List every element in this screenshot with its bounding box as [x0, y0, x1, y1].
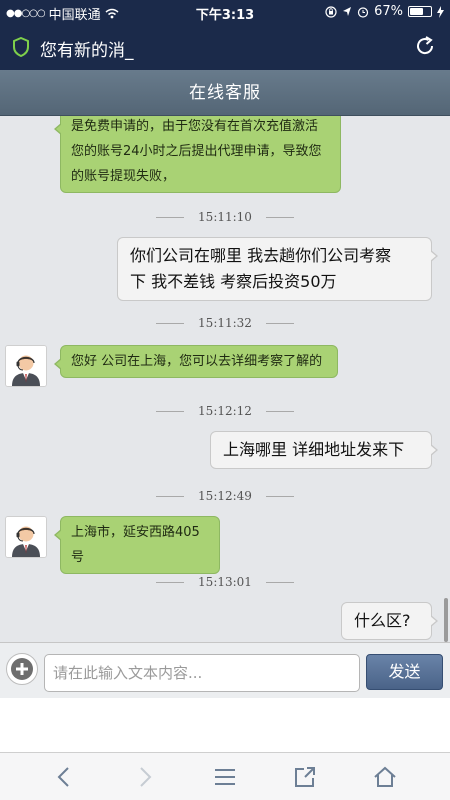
charging-bolt-icon [437, 5, 444, 18]
agent-message-bubble: 上海市，延安西路405号 [54, 516, 220, 574]
message-line: 什么区? [354, 611, 411, 630]
plus-circle-icon [11, 658, 33, 680]
page-blank-area [0, 698, 450, 752]
message-line: 的账号提现失败， [71, 169, 176, 184]
status-bar-right: 67% [325, 4, 444, 19]
message-line: 上海市，延安西路405号 [71, 525, 200, 565]
agent-message-bubble: 您好 公司在上海，您可以去详细考察了解的 [54, 345, 338, 378]
location-arrow-icon [343, 7, 352, 16]
agent-message-bubble: 是免费申请的，由于您没有在首次充值激活 您的账号24小时之后提出代理申请，导致您… [54, 116, 341, 193]
message-timestamp: 15:12:49 [0, 489, 450, 503]
shield-icon [13, 37, 29, 57]
message-line: 您的账号24小时之后提出代理申请，导致您 [71, 144, 322, 159]
menu-icon[interactable] [213, 765, 237, 789]
timestamp-text: 15:11:32 [198, 316, 252, 330]
share-icon[interactable] [293, 765, 317, 789]
message-timestamp: 15:13:01 [0, 575, 450, 589]
timestamp-text: 15:11:10 [198, 210, 252, 224]
battery-icon [408, 6, 432, 17]
chevron-right-icon[interactable] [133, 765, 157, 789]
message-line: 下 我不差钱 考察后投资50万 [130, 272, 337, 291]
message-timestamp: 15:12:12 [0, 404, 450, 418]
agent-avatar [5, 345, 47, 387]
agent-avatar-icon [6, 517, 46, 557]
agent-avatar-icon [6, 346, 46, 386]
chat-scrollbar[interactable] [444, 598, 448, 642]
message-timestamp: 15:11:32 [0, 316, 450, 330]
chevron-left-icon[interactable] [52, 765, 76, 789]
app-title: 您有新的消_ [40, 41, 134, 61]
message-input-bar: 发送 [0, 642, 450, 698]
refresh-icon[interactable] [414, 35, 436, 57]
rotation-lock-icon [325, 5, 337, 18]
timestamp-text: 15:12:49 [198, 489, 252, 503]
message-line: 您好 公司在上海，您可以去详细考察了解的 [71, 354, 323, 369]
status-bar: ●●○○○ 中国联通 下午3:13 67% [0, 0, 450, 24]
message-line: 你们公司在哪里 我去趟你们公司考察 [130, 246, 392, 265]
home-icon[interactable] [373, 765, 397, 789]
user-message-bubble: 上海哪里 详细地址发来下 [210, 431, 438, 469]
timestamp-text: 15:12:12 [198, 404, 252, 418]
send-button[interactable]: 发送 [366, 654, 443, 690]
timestamp-text: 15:13:01 [198, 575, 252, 589]
agent-avatar [5, 516, 47, 558]
message-line: 上海哪里 详细地址发来下 [223, 440, 405, 459]
message-line: 是免费申请的，由于您没有在首次充值激活 [71, 119, 319, 134]
message-timestamp: 15:11:10 [0, 210, 450, 224]
add-attachment-button[interactable] [6, 653, 38, 685]
chat-message-list[interactable]: 是免费申请的，由于您没有在首次充值激活 您的账号24小时之后提出代理申请，导致您… [0, 116, 450, 642]
user-message-bubble: 你们公司在哪里 我去趟你们公司考察 下 我不差钱 考察后投资50万 [117, 237, 438, 301]
battery-percent: 67% [374, 4, 403, 19]
message-input[interactable] [44, 654, 360, 692]
app-header: 您有新的消_ [0, 24, 450, 70]
user-message-bubble: 什么区? [341, 602, 438, 640]
browser-toolbar [0, 752, 450, 800]
alarm-icon [357, 6, 369, 18]
chat-title: 在线客服 [0, 70, 450, 116]
